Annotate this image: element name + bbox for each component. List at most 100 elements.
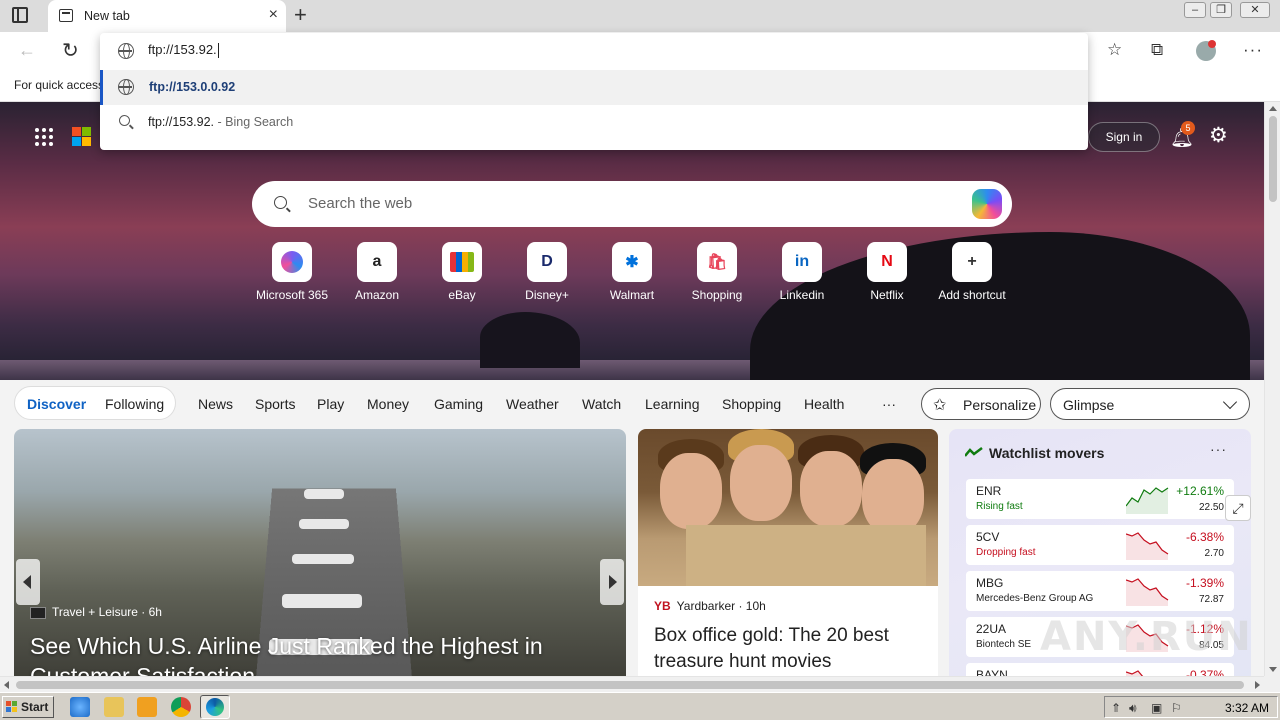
stock-subtitle: Rising fast [976,501,1023,512]
vertical-scrollbar[interactable] [1264,102,1280,676]
tab-new-tab[interactable]: New tab × [48,0,286,32]
favorites-star-icon[interactable]: ☆ [1107,40,1122,60]
new-tab-button[interactable]: + [294,3,307,27]
shortcut-label: Amazon [354,288,400,302]
expand-icon[interactable]: ⤢ [1225,495,1251,521]
tab-actions-icon[interactable] [12,7,28,23]
address-bar-dropdown: ftp://153.92. ftp://153.0.0.92 ftp://153… [100,33,1088,150]
stock-subtitle: Mercedes-Benz Group AG [976,593,1094,604]
nav-item-money[interactable]: Money [367,396,409,412]
nav-item-weather[interactable]: Weather [506,396,559,412]
hero-news-card[interactable]: Travel + Leisure · 6h See Which U.S. Air… [14,429,626,676]
shortcut-ebay[interactable]: eBay [417,242,507,302]
volume-icon[interactable]: 🔊︎ [1129,701,1137,716]
stock-change: -1.39% [1185,576,1224,590]
shortcut-tile-icon [442,242,482,282]
feed-navigation: Discover Following News Sports Play Mone… [0,380,1264,430]
search-icon [119,115,130,126]
collections-icon[interactable]: ⧉ [1151,40,1163,60]
stock-price: 2.70 [1204,548,1224,559]
article-image [638,429,938,586]
edge-taskbar-button[interactable] [200,695,230,719]
close-window-button[interactable]: ✕ [1240,2,1270,18]
stock-row-bayn[interactable]: BAYN -0.37% [966,663,1234,676]
gear-icon[interactable]: ⚙ [1209,123,1228,148]
globe-icon [118,43,134,59]
app-launcher-icon[interactable] [35,128,53,146]
copilot-icon[interactable] [972,189,1002,219]
sign-in-button[interactable]: Sign in [1088,122,1160,152]
shortcut-amazon[interactable]: a Amazon [332,242,422,302]
stock-price: 72.87 [1198,594,1224,605]
source-logo-icon [30,606,46,619]
address-input[interactable]: ftp://153.92. [148,42,219,59]
shortcut-walmart[interactable]: ✱ Walmart [587,242,677,302]
shortcut-tile-icon: D [527,242,567,282]
shortcut-shopping[interactable]: 🛍 Shopping [672,242,762,302]
web-search-box[interactable]: Search the web [252,181,1012,227]
shortcut-tile-icon: + [952,242,992,282]
settings-more-icon[interactable]: ··· [1243,40,1263,60]
tab-following[interactable]: Following [105,396,164,412]
watchlist-more-button[interactable]: ··· [1210,441,1227,457]
nav-item-gaming[interactable]: Gaming [434,396,483,412]
shortcut-label: Shopping [691,288,743,302]
media-player-icon[interactable] [137,697,157,717]
chevron-up-icon[interactable]: ⇑ [1111,701,1121,715]
carousel-next-button[interactable] [600,559,624,605]
suggestion-url[interactable]: ftp://153.0.0.92 [100,70,1088,105]
nav-item-shopping[interactable]: Shopping [722,396,781,412]
clock: 3:32 AM [1224,701,1269,715]
watermark-logo: ANY.RUN [1040,614,1253,660]
nav-item-health[interactable]: Health [804,396,844,412]
nav-item-watch[interactable]: Watch [582,396,621,412]
search-placeholder: Search the web [308,195,413,212]
stock-change: -6.38% [1185,530,1224,544]
profile-status-dot [1208,40,1216,48]
nav-item-play[interactable]: Play [317,396,344,412]
nav-more-button[interactable]: ··· [882,396,896,412]
nav-item-learning[interactable]: Learning [645,396,700,412]
network-icon[interactable]: ▣ [1151,701,1162,715]
chrome-icon[interactable] [171,697,191,717]
shortcut-disney[interactable]: D Disney+ [502,242,592,302]
personalize-button[interactable]: ✩ Personalize [921,388,1041,420]
horizontal-scrollbar[interactable] [0,676,1264,692]
back-button[interactable]: ← [18,40,36,61]
tab-discover[interactable]: Discover [27,396,86,412]
folder-icon[interactable] [104,697,124,717]
article-title[interactable]: See Which U.S. Airline Just Ranked the H… [30,631,610,676]
suggestion-bing-search[interactable]: ftp://153.92. - Bing Search [100,105,1088,140]
stock-row-5cv[interactable]: 5CV Dropping fast -6.38% 2.70 [966,525,1234,565]
nav-item-sports[interactable]: Sports [255,396,295,412]
personalize-icon: ✩ [933,397,947,414]
shortcut-microsoft-365[interactable]: Microsoft 365 [247,242,337,302]
start-button[interactable]: Start [2,696,54,718]
stock-symbol: 5CV [976,530,1000,544]
stock-symbol: ENR [976,484,1002,498]
shortcut-tile-icon [272,242,312,282]
stock-row-mbg[interactable]: MBG Mercedes-Benz Group AG -1.39% 72.87 [966,571,1234,611]
ie-icon[interactable] [70,697,90,717]
minimize-button[interactable]: – [1184,2,1206,18]
yardbarker-logo-icon: YB [654,599,671,613]
notification-count-badge: 5 [1181,121,1195,135]
flag-icon[interactable]: ⚐ [1171,701,1182,715]
article-title[interactable]: Box office gold: The 20 best treasure hu… [654,623,924,675]
shortcut-netflix[interactable]: N Netflix [842,242,932,302]
refresh-button[interactable]: ↻ [62,38,79,63]
stock-row-enr[interactable]: ENR Rising fast +12.61% 22.50 [966,479,1234,519]
nav-item-news[interactable]: News [198,396,233,412]
address-bar[interactable]: ftp://153.92. [100,33,1088,69]
restore-button[interactable]: ❐ [1210,2,1232,18]
tab-close-button[interactable]: × [269,6,278,24]
layout-select[interactable]: Glimpse [1050,388,1250,420]
carousel-prev-button[interactable] [16,559,40,605]
shortcut-linkedin[interactable]: in Linkedin [757,242,847,302]
taskbar: Start ⇑ 🔊︎ ▣ ⚐ 3:32 AM [0,692,1280,720]
news-card[interactable]: YB Yardbarker · 10h Box office gold: The … [638,429,938,676]
trend-icon [965,447,983,457]
shortcut-add-shortcut[interactable]: + Add shortcut [927,242,1017,302]
windows-flag-icon [6,701,18,713]
new-tab-favicon-icon [59,9,73,22]
